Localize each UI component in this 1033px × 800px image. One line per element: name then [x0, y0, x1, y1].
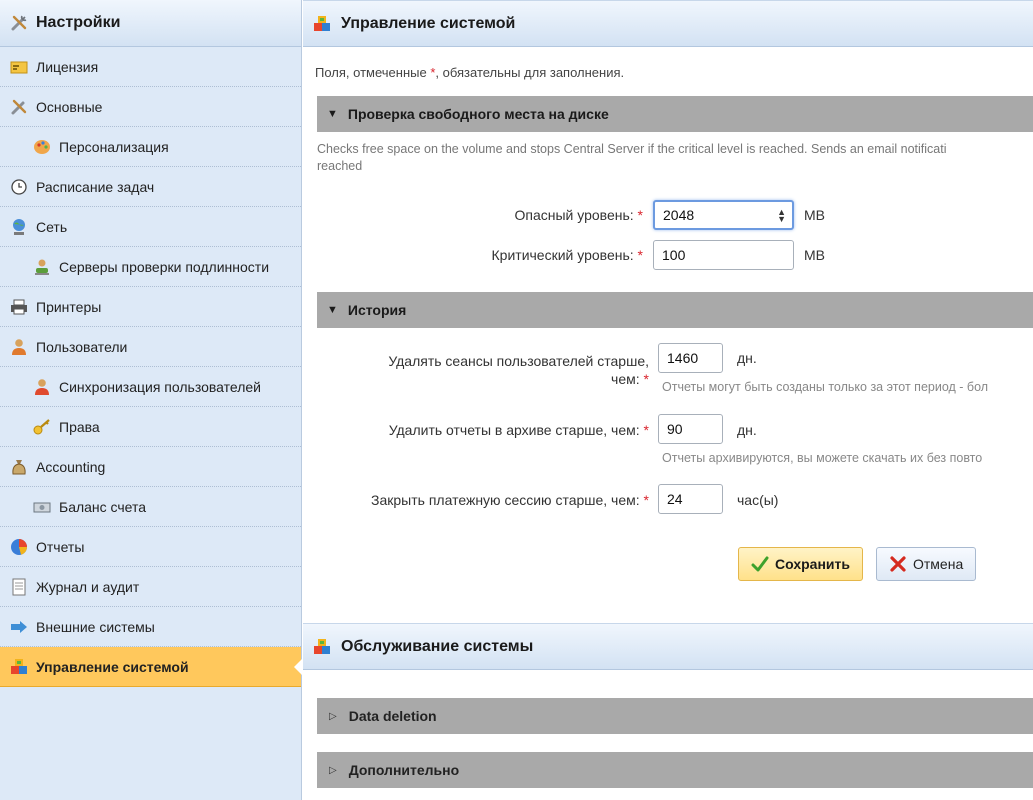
sidebar-item-user[interactable]: Пользователи	[0, 327, 301, 367]
sidebar-item-label: Журнал и аудит	[36, 578, 140, 595]
required-fields-note: Поля, отмеченные *, обязательны для запо…	[315, 65, 625, 80]
sidebar-item-label: Основные	[36, 98, 103, 115]
sidebar-item-user-sync[interactable]: Синхронизация пользователей	[0, 367, 301, 407]
sidebar-item-clock[interactable]: Расписание задач	[0, 167, 301, 207]
sidebar-item-label: Права	[59, 418, 100, 435]
sidebar-item-label: Лицензия	[36, 58, 99, 75]
sidebar-item-key[interactable]: Права	[0, 407, 301, 447]
money-bag-icon	[10, 458, 28, 476]
user-icon	[10, 338, 28, 356]
caret-right-icon: ▷	[329, 764, 337, 776]
sidebar-item-label: Принтеры	[36, 298, 102, 315]
caret-down-icon: ▼	[327, 108, 338, 120]
settings-sidebar: Настройки Лицензия Основные Персонализация…	[0, 0, 302, 800]
sessions-retention-unit: дн.	[737, 350, 757, 366]
payment-session-input[interactable]: 24	[658, 484, 723, 514]
sidebar-item-label: Баланс счета	[59, 498, 147, 515]
disk-space-description: Checks free space on the volume and stop…	[317, 142, 947, 173]
pie-chart-icon	[10, 538, 28, 556]
close-icon	[889, 555, 907, 573]
page-title: Управление системой	[341, 14, 516, 32]
panel-header: Управление системой	[303, 0, 1033, 47]
key-icon	[33, 418, 51, 436]
printer-icon	[10, 298, 28, 316]
banknote-icon	[33, 498, 51, 516]
critical-level-input[interactable]: 100	[653, 240, 794, 270]
reports-retention-input[interactable]: 90	[658, 414, 723, 444]
sidebar-item-label: Синхронизация пользователей	[59, 378, 261, 395]
sessions-retention-input[interactable]: 1460	[658, 343, 723, 373]
sidebar-item-label: Сеть	[36, 218, 68, 235]
sidebar-item-network[interactable]: Сеть	[0, 207, 301, 247]
cancel-button[interactable]: Отмена	[876, 547, 977, 581]
danger-level-row: Опасный уровень: * 2048 ▲ ▼ MB	[303, 200, 825, 230]
reports-retention-hint: Отчеты архивируются, вы можете скачать и…	[662, 451, 983, 465]
sidebar-item-label: Персонализация	[59, 138, 169, 155]
sidebar-item-external-systems[interactable]: Внешние системы	[0, 607, 301, 647]
sidebar-item-label: Отчеты	[36, 538, 85, 555]
disk-space-section-title: Проверка свободного места на диске	[347, 106, 609, 122]
network-icon	[10, 218, 28, 236]
maintenance-title: Обслуживание системы	[341, 637, 534, 655]
sidebar-item-label: Внешние системы	[36, 618, 155, 635]
sidebar-item-system-management[interactable]: Управление системой	[0, 647, 302, 687]
user-sync-icon	[33, 378, 51, 396]
sidebar-item-banknote[interactable]: Баланс счета	[0, 487, 301, 527]
maintenance-panel-header: Обслуживание системы	[303, 623, 1033, 670]
danger-level-unit: MB	[804, 207, 825, 223]
payment-session-label: Закрыть платежную сессию старше, чем: *	[371, 492, 649, 508]
caret-down-icon: ▼	[327, 304, 338, 316]
checkmark-icon	[751, 555, 769, 573]
license-icon	[10, 58, 28, 76]
sessions-retention-hint: Отчеты могут быть созданы только за этот…	[662, 380, 989, 394]
tools-icon	[10, 98, 28, 116]
external-systems-icon	[10, 618, 28, 636]
system-management-icon	[313, 15, 331, 33]
auth-server-icon	[33, 258, 51, 276]
history-section-title: История	[347, 302, 407, 318]
system-management-icon	[10, 658, 28, 676]
system-maintenance-icon	[313, 638, 331, 656]
sidebar-item-label: Управление системой	[36, 658, 189, 675]
main-panel: Управление системой Поля, отмеченные *, …	[303, 0, 1033, 800]
sidebar-item-log[interactable]: Журнал и аудит	[0, 567, 301, 607]
sidebar-item-label: Accounting	[36, 458, 106, 475]
critical-level-label: Критический уровень: *	[491, 247, 643, 263]
disk-space-section-header[interactable]: ▼ Проверка свободного места на диске	[317, 96, 1033, 132]
sidebar-menu: Лицензия Основные Персонализация Расписание…	[0, 47, 302, 687]
sessions-retention-label: Удалять сеансы пользователей старше, чем…	[388, 353, 649, 387]
critical-level-unit: MB	[804, 247, 825, 263]
history-section-header[interactable]: ▼ История	[317, 292, 1033, 328]
sidebar-item-label: Серверы проверки подлинности	[59, 258, 270, 275]
danger-level-input[interactable]: 2048 ▲ ▼	[653, 200, 794, 230]
palette-icon	[33, 138, 51, 156]
sidebar-item-palette[interactable]: Персонализация	[0, 127, 301, 167]
caret-right-icon: ▷	[329, 710, 337, 722]
sidebar-item-auth-server[interactable]: Серверы проверки подлинности	[0, 247, 301, 287]
advanced-section-header[interactable]: ▷ Дополнительно	[317, 752, 1033, 788]
spinner-arrows-icon[interactable]: ▲ ▼	[777, 208, 786, 224]
critical-level-row: Критический уровень: * 100 MB	[303, 240, 825, 270]
reports-retention-unit: дн.	[737, 422, 757, 438]
log-icon	[10, 578, 28, 596]
save-button[interactable]: Сохранить	[738, 547, 863, 581]
danger-level-label: Опасный уровень: *	[514, 207, 643, 223]
clock-icon	[10, 178, 28, 196]
reports-retention-label: Удалить отчеты в архиве старше, чем: *	[388, 422, 649, 438]
sidebar-item-label: Расписание задач	[36, 178, 155, 195]
sidebar-title: Настройки	[36, 14, 121, 31]
sidebar-item-tools[interactable]: Основные	[0, 87, 301, 127]
payment-session-unit: час(ы)	[737, 492, 779, 508]
data-deletion-section-header[interactable]: ▷ Data deletion	[317, 698, 1033, 734]
tools-icon	[10, 14, 28, 32]
sidebar-item-money-bag[interactable]: Accounting	[0, 447, 301, 487]
sidebar-item-label: Пользователи	[36, 338, 128, 355]
sidebar-item-license[interactable]: Лицензия	[0, 47, 301, 87]
sidebar-header: Настройки	[0, 0, 301, 47]
sidebar-item-printer[interactable]: Принтеры	[0, 287, 301, 327]
sidebar-item-pie-chart[interactable]: Отчеты	[0, 527, 301, 567]
